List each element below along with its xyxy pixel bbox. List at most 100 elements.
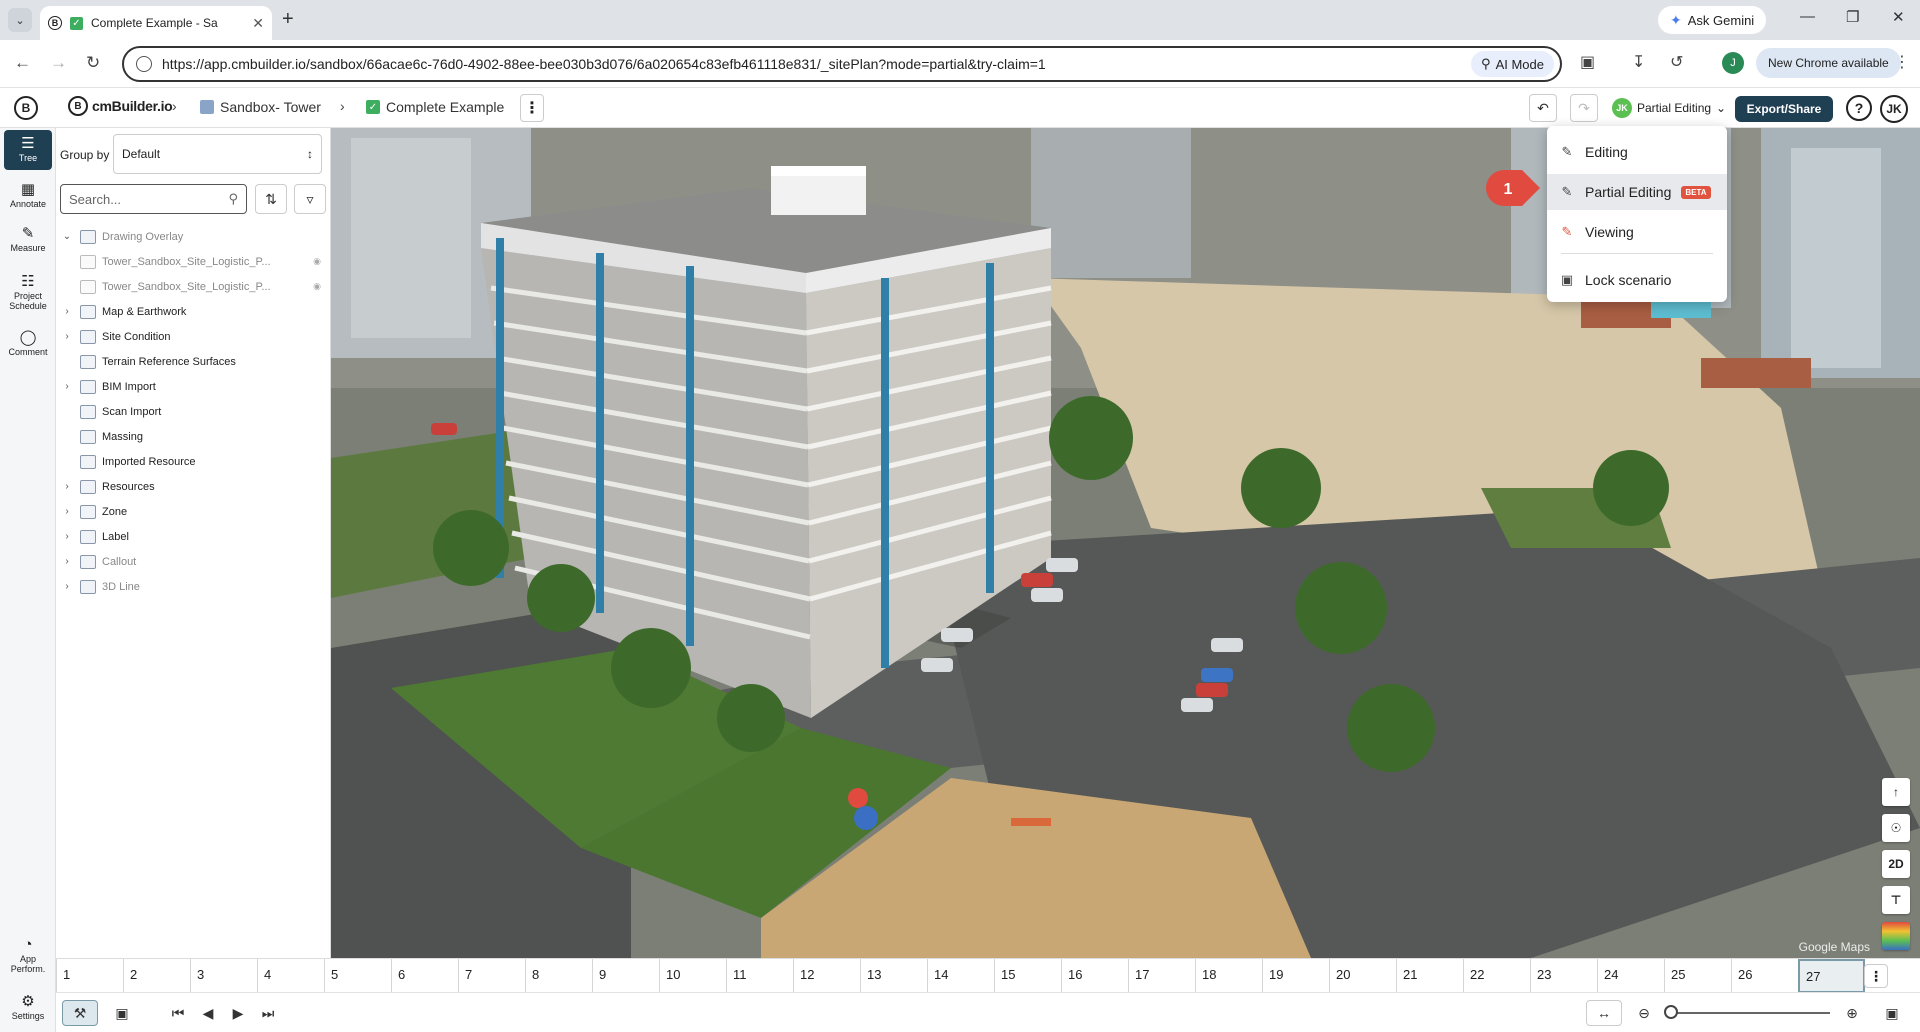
tool-project-schedule[interactable]: ☷ Project Schedule <box>4 268 52 318</box>
timeline-tick[interactable]: 12 <box>793 959 860 993</box>
tool-comment[interactable]: ◯ Comment <box>4 324 52 364</box>
timeline-more-button[interactable]: ⋮ <box>1864 964 1888 988</box>
new-chrome-available-button[interactable]: New Chrome available <box>1756 48 1901 78</box>
tool-tree[interactable]: ☰ Tree <box>4 130 52 170</box>
timeline-tick[interactable]: 4 <box>257 959 324 993</box>
tool-annotate[interactable]: ▦ Annotate <box>4 176 52 216</box>
visibility-eye-icon[interactable]: ◉ <box>313 281 321 292</box>
chevron-right-icon[interactable]: › <box>60 331 74 342</box>
site-info-icon[interactable] <box>136 56 152 72</box>
tree-item-overlay-file[interactable]: Tower_Sandbox_Site_Logistic_P... ◉ <box>56 249 331 274</box>
view-2d-button[interactable]: 2D <box>1882 850 1910 878</box>
tree-item-map-earthwork[interactable]: › Map & Earthwork <box>56 299 331 324</box>
close-tab-icon[interactable]: ✕ <box>252 15 264 32</box>
tab-search-button[interactable]: ⌄ <box>8 8 32 32</box>
timeline-tick[interactable]: 18 <box>1195 959 1262 993</box>
tree-item-resources[interactable]: › Resources <box>56 474 331 499</box>
mode-option-partial-editing[interactable]: ✎ Partial Editing BETA <box>1547 174 1727 210</box>
timeline-tick[interactable]: 15 <box>994 959 1061 993</box>
timeline-tick[interactable]: 23 <box>1530 959 1597 993</box>
scenario-more-button[interactable]: ⋮ <box>520 94 544 122</box>
timeline-tick[interactable]: 21 <box>1396 959 1463 993</box>
redo-button[interactable]: ↷ <box>1570 94 1598 122</box>
timeline-tick[interactable]: 16 <box>1061 959 1128 993</box>
sort-button[interactable]: ⇅ <box>255 184 287 214</box>
timeline-tick[interactable]: 11 <box>726 959 793 993</box>
chevron-right-icon[interactable]: › <box>60 306 74 317</box>
history-icon[interactable]: ↺ <box>1670 52 1683 72</box>
layers-icon[interactable]: ⊤ <box>1882 886 1910 914</box>
tree-item-scan-import[interactable]: Scan Import <box>56 399 331 424</box>
timeline-tick[interactable]: 19 <box>1262 959 1329 993</box>
skip-to-end-button[interactable]: ⏭ <box>250 1000 286 1026</box>
tree-item-bim-import[interactable]: › BIM Import <box>56 374 331 399</box>
browser-menu-icon[interactable]: ⋮ <box>1894 52 1910 72</box>
zoom-slider-knob[interactable] <box>1664 1005 1678 1019</box>
help-button[interactable]: ? <box>1846 95 1872 121</box>
undo-button[interactable]: ↶ <box>1529 94 1557 122</box>
timeline-tick[interactable]: 20 <box>1329 959 1396 993</box>
back-arrow-icon[interactable]: ← <box>14 53 31 73</box>
fullscreen-button[interactable]: ▣ <box>1874 1000 1910 1026</box>
timeline-tick[interactable]: 1 <box>56 959 123 993</box>
timeline-tick[interactable]: 25 <box>1664 959 1731 993</box>
chevron-right-icon[interactable]: › <box>60 531 74 542</box>
chevron-right-icon[interactable]: › <box>60 506 74 517</box>
close-window-icon[interactable]: ✕ <box>1892 8 1905 26</box>
timeline-tick[interactable]: 6 <box>391 959 458 993</box>
chevron-right-icon[interactable]: › <box>60 481 74 492</box>
tool-settings[interactable]: ⚙ Settings <box>4 988 52 1028</box>
timeline-tick[interactable]: 24 <box>1597 959 1664 993</box>
tree-item-site-condition[interactable]: › Site Condition <box>56 324 331 349</box>
group-by-select[interactable]: Default ↕ <box>113 134 322 174</box>
browser-tab[interactable]: B ✓ Complete Example - Sa ✕ <box>40 6 272 40</box>
zoom-in-button[interactable]: ⊕ <box>1834 1000 1870 1026</box>
address-bar[interactable]: https://app.cmbuilder.io/sandbox/66acae6… <box>122 46 1562 82</box>
mode-option-viewing[interactable]: ✎ Viewing <box>1547 214 1727 250</box>
timeline-tick[interactable]: 14 <box>927 959 994 993</box>
brand-logo[interactable]: B cmBuilder.io <box>68 96 173 116</box>
globe-icon[interactable]: ☉ <box>1882 814 1910 842</box>
download-icon[interactable]: ↧ <box>1632 52 1645 72</box>
presentation-button[interactable]: ▣ <box>104 1000 140 1026</box>
visibility-eye-icon[interactable]: ◉ <box>313 256 321 267</box>
chevron-right-icon[interactable]: › <box>60 556 74 567</box>
breadcrumb-project[interactable]: Sandbox- Tower <box>200 99 321 115</box>
timeline-tick[interactable]: 22 <box>1463 959 1530 993</box>
tree-item-zone[interactable]: › Zone <box>56 499 331 524</box>
timeline-tick[interactable]: 3 <box>190 959 257 993</box>
forward-arrow-icon[interactable]: → <box>50 53 67 73</box>
timeline-tick[interactable]: 27 <box>1798 959 1865 993</box>
tree-item-3d-line[interactable]: › 3D Line <box>56 574 331 599</box>
timeline-tick[interactable]: 2 <box>123 959 190 993</box>
user-avatar[interactable]: JK <box>1880 95 1908 123</box>
chevron-down-icon[interactable]: ⌄ <box>60 231 74 242</box>
new-tab-button[interactable]: + <box>282 8 294 31</box>
timeline-tick[interactable]: 8 <box>525 959 592 993</box>
zoom-slider-track[interactable] <box>1670 1012 1830 1014</box>
minimize-window-icon[interactable]: — <box>1800 8 1815 25</box>
timeline-tick[interactable]: 5 <box>324 959 391 993</box>
timeline-tick[interactable]: 13 <box>860 959 927 993</box>
north-arrow-icon[interactable]: ↑ <box>1882 778 1910 806</box>
timeline-tick[interactable]: 9 <box>592 959 659 993</box>
timeline-tick[interactable]: 10 <box>659 959 726 993</box>
timeline-tick[interactable]: 17 <box>1128 959 1195 993</box>
lock-scenario-option[interactable]: ▣ Lock scenario <box>1547 262 1727 298</box>
export-share-button[interactable]: Export/Share <box>1735 96 1833 122</box>
tree-item-terrain-reference[interactable]: Terrain Reference Surfaces <box>56 349 331 374</box>
timeline-tick[interactable]: 7 <box>458 959 525 993</box>
timeline-tick[interactable]: 26 <box>1731 959 1798 993</box>
breadcrumb-scenario[interactable]: ✓ Complete Example <box>366 99 504 115</box>
tree-item-label[interactable]: › Label <box>56 524 331 549</box>
tree-item-overlay-file[interactable]: Tower_Sandbox_Site_Logistic_P... ◉ <box>56 274 331 299</box>
restore-window-icon[interactable]: ❐ <box>1846 8 1859 26</box>
browser-profile-avatar[interactable]: J <box>1722 52 1744 74</box>
ai-mode-button[interactable]: ⚲ AI Mode <box>1471 51 1554 77</box>
ask-gemini-button[interactable]: ✦ Ask Gemini <box>1658 6 1767 34</box>
app-home-icon[interactable]: B <box>14 96 38 120</box>
site-view-button[interactable]: ⚒ <box>62 1000 98 1026</box>
mode-option-editing[interactable]: ✎ Editing <box>1547 134 1727 170</box>
tool-measure[interactable]: ✎ Measure <box>4 220 52 260</box>
tree-item-drawing-overlay[interactable]: ⌄ Drawing Overlay <box>56 224 331 249</box>
